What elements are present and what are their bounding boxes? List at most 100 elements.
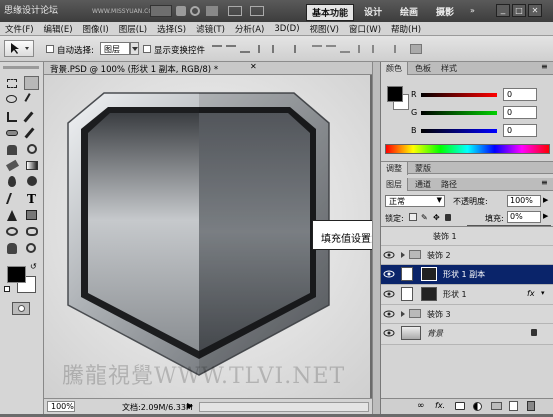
horizontal-scrollbar[interactable] [199,402,369,412]
visibility-eye-icon[interactable] [383,328,395,338]
workspace-more-icon[interactable]: » [470,6,475,15]
swap-colors-icon[interactable]: ↺ [30,262,37,271]
tab-swatches[interactable]: 色板 [411,63,435,74]
panel-dock-strip[interactable] [372,62,380,414]
expand-arrow-icon[interactable] [401,252,405,258]
arrange-documents-icon[interactable] [228,6,242,16]
lasso-tool-icon[interactable] [6,95,17,103]
layer-effects-badge[interactable]: fx [527,289,535,298]
tab-styles[interactable]: 样式 [437,63,461,74]
channel-b-input[interactable]: 0 [503,124,537,137]
menu-window[interactable]: 窗口(W) [344,23,386,35]
align-buttons[interactable] [212,43,542,55]
auto-select-dropdown[interactable]: 图层 [100,42,130,55]
zoom-tool-icon[interactable] [26,243,36,253]
hand-tool-icon[interactable] [7,243,17,254]
layer-row[interactable]: 背景 [381,324,553,345]
app-toolbar-icons[interactable] [150,5,290,17]
tab-masks[interactable]: 蒙版 [411,163,435,174]
channel-g-slider[interactable] [421,111,497,115]
zoom-tool-icon[interactable] [190,6,200,16]
layers-panel-menu-icon[interactable]: ≡ [541,178,548,187]
layer-row[interactable]: 装饰 1 [381,227,553,246]
menu-3d[interactable]: 3D(D) [269,24,304,34]
zoom-dropdown-icon[interactable] [150,5,172,17]
move-tool-button[interactable] [24,76,39,90]
align-vcenter-icon[interactable] [226,45,236,53]
visibility-eye-icon[interactable] [383,309,395,319]
visibility-eye-icon[interactable] [383,269,395,279]
layer-row-selected[interactable]: 形状 1 副本 [381,265,553,285]
blend-mode-dropdown[interactable]: 正常 ▼ [385,195,445,207]
channel-r-slider[interactable] [421,93,497,97]
workspace-design-button[interactable]: 设计 [364,5,382,18]
menu-file[interactable]: 文件(F) [0,23,39,35]
close-button[interactable]: ✕ [528,4,542,17]
new-layer-icon[interactable] [509,401,518,411]
delete-layer-icon[interactable] [527,401,535,411]
lock-transparent-icon[interactable] [409,213,417,221]
opacity-arrow-icon[interactable]: ▶ [543,196,548,204]
layer-style-icon[interactable]: fx. [435,401,445,410]
add-mask-icon[interactable] [455,402,465,410]
gradient-tool-icon[interactable] [26,161,38,170]
color-fg-swatch[interactable] [387,86,403,102]
menu-filter[interactable]: 滤镜(T) [191,23,230,35]
new-group-icon[interactable] [491,402,502,410]
clone-stamp-tool-icon[interactable] [7,145,17,155]
tab-adjustments[interactable]: 调整 [381,162,408,175]
link-layers-icon[interactable]: ∞ [417,401,425,411]
layer-row[interactable]: 装饰 2 [381,246,553,265]
lock-pixels-icon[interactable]: ✎ [421,213,428,222]
menu-edit[interactable]: 编辑(E) [39,23,78,35]
tab-color[interactable]: 颜色 [381,62,408,75]
workspace-basic-button[interactable]: 基本功能 [306,4,355,21]
shape-tool-icon[interactable] [26,210,37,220]
expand-effects-icon[interactable]: ▾ [541,289,545,297]
fill-input[interactable]: 0% [507,211,541,223]
hand-tool-icon[interactable] [176,6,186,16]
dodge-tool-icon[interactable] [27,176,37,186]
menu-image[interactable]: 图像(I) [78,23,114,35]
quick-mask-button[interactable] [12,302,30,315]
crop-tool-icon[interactable] [7,112,17,122]
marquee-tool-icon[interactable] [7,79,17,88]
tab-layers[interactable]: 图层 [381,178,408,191]
auto-align-icon[interactable] [410,44,422,54]
distribute-left-icon[interactable] [358,45,368,53]
lock-all-icon[interactable] [445,214,451,221]
minimize-button[interactable]: _ [496,4,510,17]
opacity-input[interactable]: 100% [507,195,541,207]
blur-tool-icon[interactable] [8,176,16,187]
align-right-icon[interactable] [286,45,296,53]
layer-row[interactable]: 形状 1 fx ▾ [381,285,553,305]
type-tool-icon[interactable]: T [27,192,36,206]
menu-layer[interactable]: 图层(L) [114,23,152,35]
menu-help[interactable]: 帮助(H) [386,23,426,35]
visibility-eye-icon[interactable] [383,250,395,260]
align-left-icon[interactable] [258,45,268,53]
visibility-eye-icon[interactable] [383,289,395,299]
tab-channels[interactable]: 通道 [411,179,435,190]
distribute-bottom-icon[interactable] [340,45,350,53]
distribute-hcenter-icon[interactable] [372,45,382,53]
zoom-level-field[interactable]: 100% [47,401,75,412]
3d-camera-tool-icon[interactable] [26,227,38,236]
maximize-button[interactable]: □ [512,4,526,17]
panel-menu-icon[interactable]: ≡ [541,62,548,71]
show-transform-checkbox[interactable] [143,45,151,53]
document-tab[interactable]: 背景.PSD @ 100% (形状 1 副本, RGB/8) * ✕ [44,62,372,75]
history-brush-tool-icon[interactable] [27,144,37,154]
3d-rotate-tool-icon[interactable] [6,227,18,236]
menu-analysis[interactable]: 分析(A) [230,23,269,35]
distribute-top-icon[interactable] [312,45,322,53]
foreground-color-swatch[interactable] [7,266,26,283]
default-colors-icon[interactable] [4,286,10,292]
menu-view[interactable]: 视图(V) [305,23,344,35]
healing-tool-icon[interactable] [6,130,18,136]
align-hcenter-icon[interactable] [272,45,282,53]
channel-g-input[interactable]: 0 [503,106,537,119]
screen-mode-icon[interactable] [250,6,264,16]
spectrum-bar[interactable] [385,144,550,154]
tool-preset-picker[interactable] [4,40,34,57]
